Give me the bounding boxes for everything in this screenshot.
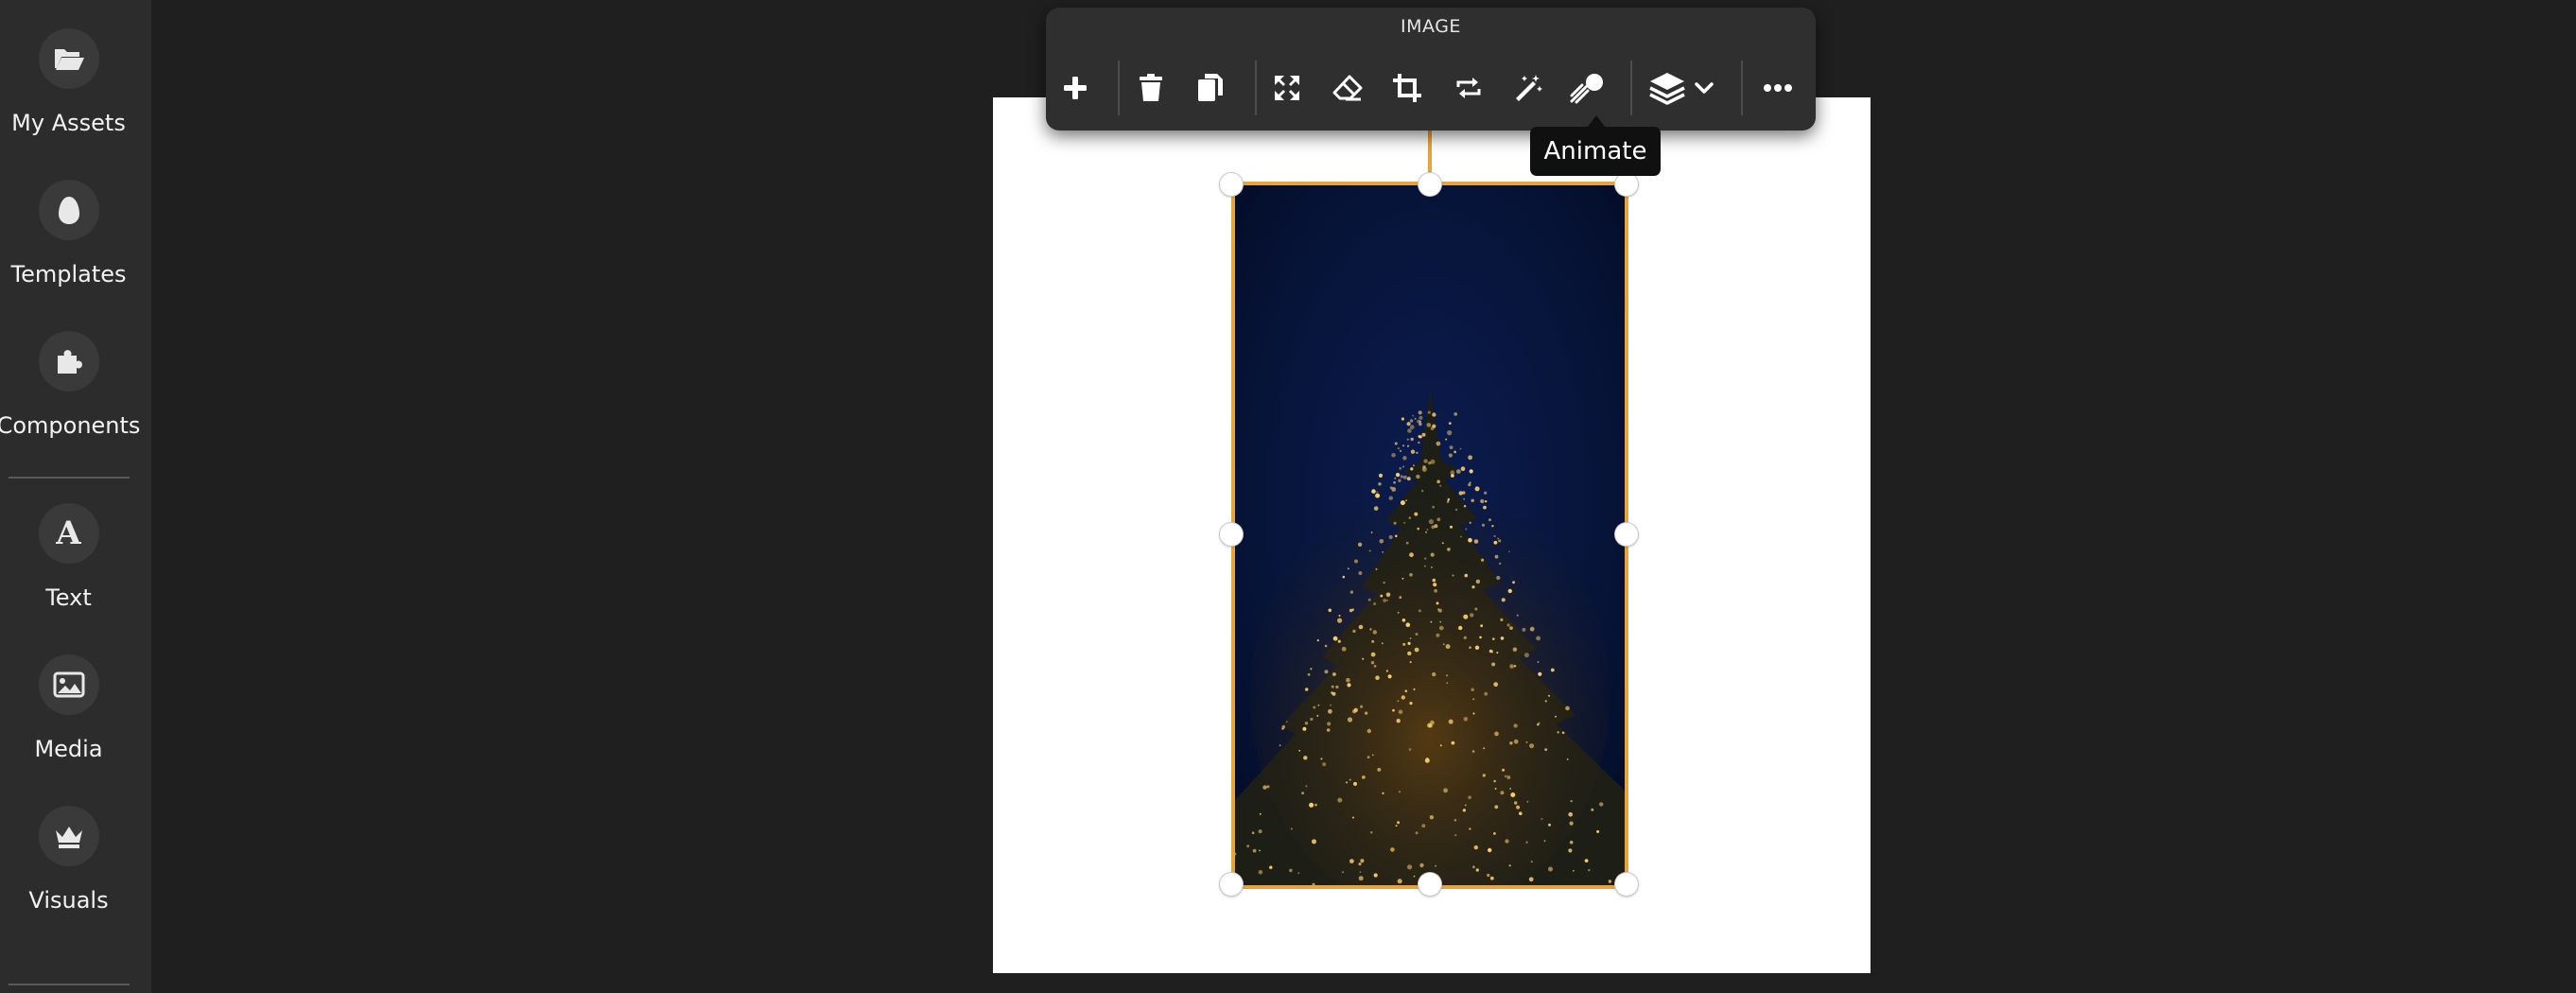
resize-handle-top-left[interactable] [1220,173,1243,196]
duplicate-button[interactable] [1185,59,1236,117]
resize-handle-left[interactable] [1220,523,1243,546]
left-sidebar: My Assets Templates Components A Text Me… [0,0,151,993]
toolbar-separator [1255,61,1257,115]
image-toolbar: IMAGE [1046,8,1816,131]
comet-icon [1570,74,1603,104]
resize-handle-top-right[interactable] [1615,173,1638,196]
egg-icon [38,180,99,240]
sidebar-item-visuals[interactable]: Visuals [0,806,137,914]
ellipsis-icon [1764,84,1792,92]
sidebar-item-label: Media [34,736,103,762]
resize-handle-bottom-right[interactable] [1615,873,1638,896]
crop-icon [1393,74,1421,102]
fit-button[interactable] [1262,59,1313,117]
plus-icon [1064,77,1087,99]
sidebar-divider [9,477,130,479]
sidebar-item-label: My Assets [11,110,126,136]
sidebar-item-my-assets[interactable]: My Assets [0,28,137,136]
sidebar-item-media[interactable]: Media [0,654,137,762]
sidebar-item-templates[interactable]: Templates [0,180,137,287]
chevron-down-icon [1695,82,1714,94]
sidebar-divider [9,984,130,985]
eraser-icon [1332,75,1363,101]
toolbar-title: IMAGE [1401,16,1461,37]
sidebar-item-label: Components [0,412,141,439]
sidebar-item-label: Text [45,584,92,611]
tooltip-arrow [1588,115,1605,127]
toolbar-separator [1118,61,1120,115]
selected-image[interactable] [1231,182,1628,889]
resize-handle-bottom-left[interactable] [1220,873,1243,896]
christmas-tree-photo [1235,185,1625,885]
resize-handle-right[interactable] [1615,523,1638,546]
sidebar-item-label: Visuals [28,887,109,914]
text-a-icon: A [38,503,99,564]
animate-button[interactable] [1562,59,1613,117]
more-button[interactable] [1752,59,1803,117]
copy-icon [1198,74,1223,101]
puzzle-icon [38,331,99,392]
replace-button[interactable] [1443,59,1494,117]
layers-button[interactable] [1638,59,1725,117]
sidebar-item-text[interactable]: A Text [0,503,137,611]
toolbar-separator [1630,61,1632,115]
crop-button[interactable] [1382,59,1433,117]
sidebar-item-label: Templates [10,261,127,287]
folder-open-icon [38,28,99,89]
magic-wand-icon [1516,75,1542,101]
layers-icon [1649,73,1685,105]
trash-icon [1140,74,1162,101]
swap-arrows-icon [1456,78,1481,98]
delete-button[interactable] [1125,59,1176,117]
effects-button[interactable] [1503,59,1554,117]
resize-handle-top[interactable] [1419,173,1441,196]
image-icon [38,654,99,715]
add-button[interactable] [1050,59,1101,117]
animate-tooltip: Animate [1530,127,1661,176]
expand-arrows-icon [1275,76,1299,100]
toolbar-separator [1741,61,1743,115]
sidebar-item-components[interactable]: Components [0,331,141,439]
resize-handle-bottom[interactable] [1419,873,1441,896]
crown-icon [38,806,99,866]
remove-background-button[interactable] [1322,59,1373,117]
